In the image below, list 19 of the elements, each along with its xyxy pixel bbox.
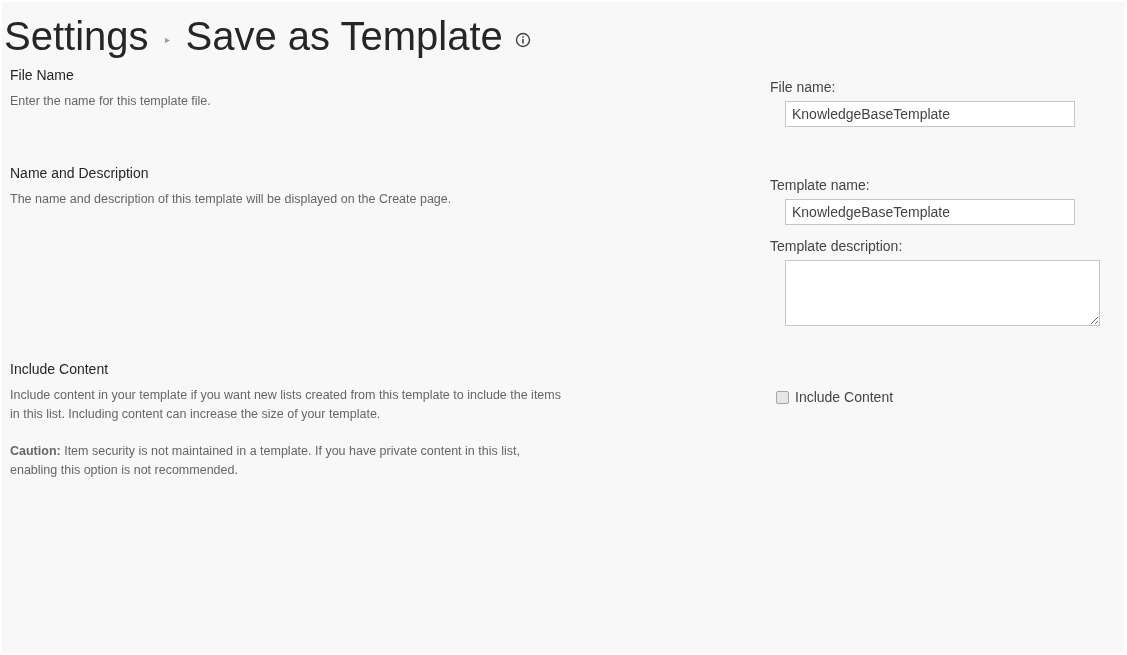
- section-description: The name and description of this template will be displayed on the Create page.: [10, 191, 453, 208]
- section-heading: Include Content: [10, 360, 110, 378]
- description-field[interactable]: [785, 260, 1100, 326]
- section-heading: File Name: [10, 66, 75, 84]
- section-description: Include content in your template if you want new lists created from this template to include the items in this list. Including content can increase the size of your template.: [10, 387, 562, 423]
- field-label: Template name:: [770, 176, 871, 194]
- section-description: Enter the name for this template file.: [10, 93, 212, 110]
- page-title: Save as Template: [185, 16, 503, 56]
- text-field[interactable]: KnowledgeBaseTemplate: [785, 199, 1075, 225]
- field-label: Template description:: [770, 237, 904, 255]
- checkbox-label: Include Content: [795, 388, 894, 407]
- section-heading: Name and Description: [10, 164, 150, 182]
- field-label: File name:: [770, 78, 837, 96]
- text-field[interactable]: KnowledgeBaseTemplate: [785, 101, 1075, 127]
- breadcrumb-separator-icon: ▸: [164, 31, 170, 47]
- checkbox[interactable]: [776, 391, 789, 404]
- info-icon[interactable]: [514, 32, 531, 48]
- section-description: Caution: Item security is not maintained in a template. If you have private content in this list, enabling this option is not recommended.: [10, 443, 521, 479]
- page-title[interactable]: Settings: [4, 16, 149, 56]
